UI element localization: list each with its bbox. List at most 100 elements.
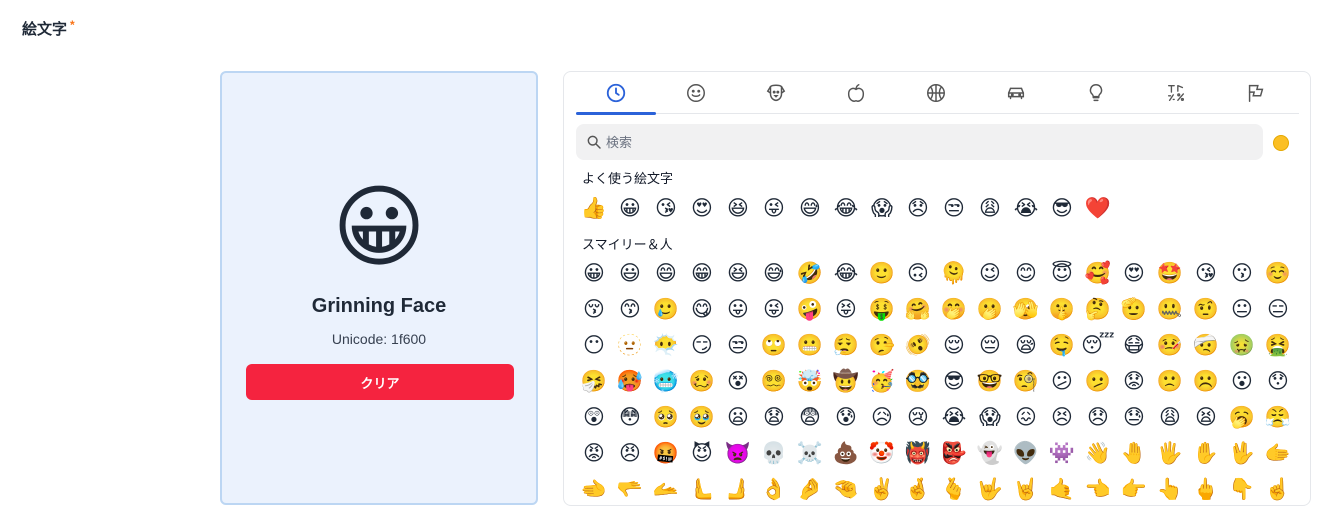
- emoji-button[interactable]: 😓: [1116, 400, 1152, 436]
- emoji-button[interactable]: 🤮: [1260, 328, 1296, 364]
- emoji-button[interactable]: 😵: [720, 364, 756, 400]
- emoji-button[interactable]: 😦: [720, 400, 756, 436]
- emoji-button[interactable]: 🖖: [1224, 436, 1260, 472]
- emoji-button[interactable]: 😜: [756, 191, 792, 227]
- emoji-button[interactable]: 😕: [1044, 364, 1080, 400]
- emoji-button[interactable]: 👇: [1224, 472, 1260, 505]
- emoji-button[interactable]: 😆: [720, 256, 756, 292]
- emoji-button[interactable]: 😞: [900, 191, 936, 227]
- emoji-button[interactable]: 👾: [1044, 436, 1080, 472]
- emoji-button[interactable]: 😟: [1116, 364, 1152, 400]
- emoji-button[interactable]: 👹: [900, 436, 936, 472]
- emoji-button[interactable]: 👺: [936, 436, 972, 472]
- emoji-button[interactable]: 🤯: [792, 364, 828, 400]
- emoji-button[interactable]: 😘: [648, 191, 684, 227]
- emoji-button[interactable]: 🫤: [1080, 364, 1116, 400]
- emoji-button[interactable]: 🥰: [1080, 256, 1116, 292]
- emoji-button[interactable]: 😋: [684, 292, 720, 328]
- emoji-button[interactable]: 👆: [1152, 472, 1188, 505]
- emoji-button[interactable]: 🤞: [900, 472, 936, 505]
- emoji-button[interactable]: 😲: [576, 400, 612, 436]
- emoji-button[interactable]: 😘: [1188, 256, 1224, 292]
- emoji-button[interactable]: 🙁: [1152, 364, 1188, 400]
- emoji-button[interactable]: 👻: [972, 436, 1008, 472]
- emoji-button[interactable]: 😆: [720, 191, 756, 227]
- emoji-button[interactable]: 🫣: [1008, 292, 1044, 328]
- emoji-button[interactable]: 😥: [864, 400, 900, 436]
- emoji-button[interactable]: 😩: [1152, 400, 1188, 436]
- emoji-button[interactable]: 🤭: [936, 292, 972, 328]
- emoji-button[interactable]: 😀: [576, 256, 612, 292]
- emoji-button[interactable]: 🤒: [1152, 328, 1188, 364]
- tab-objects[interactable]: [1056, 72, 1136, 114]
- emoji-button[interactable]: 🥺: [648, 400, 684, 436]
- emoji-button[interactable]: 🤪: [792, 292, 828, 328]
- emoji-button[interactable]: 🤙: [1044, 472, 1080, 505]
- emoji-button[interactable]: 😀: [612, 191, 648, 227]
- emoji-button[interactable]: 😇: [1044, 256, 1080, 292]
- emoji-button[interactable]: 😂: [828, 256, 864, 292]
- emoji-button[interactable]: 🙃: [900, 256, 936, 292]
- emoji-button[interactable]: 😠: [612, 436, 648, 472]
- emoji-button[interactable]: 😔: [972, 328, 1008, 364]
- emoji-button[interactable]: 😊: [1008, 256, 1044, 292]
- emoji-button[interactable]: 😫: [1188, 400, 1224, 436]
- tab-activities[interactable]: [896, 72, 976, 114]
- emoji-button[interactable]: 🙄: [756, 328, 792, 364]
- emoji-button[interactable]: 😅: [792, 191, 828, 227]
- emoji-button[interactable]: 😎: [936, 364, 972, 400]
- emoji-button[interactable]: 😭: [1008, 191, 1044, 227]
- emoji-button[interactable]: 🥳: [864, 364, 900, 400]
- emoji-button[interactable]: 😨: [792, 400, 828, 436]
- emoji-button[interactable]: 👉: [1116, 472, 1152, 505]
- emoji-button[interactable]: 😃: [612, 256, 648, 292]
- emoji-button[interactable]: 🫱: [1260, 436, 1296, 472]
- emoji-button[interactable]: 💀: [756, 436, 792, 472]
- emoji-button[interactable]: 🥹: [684, 400, 720, 436]
- emoji-button[interactable]: 🤐: [1152, 292, 1188, 328]
- emoji-button[interactable]: 😄: [648, 256, 684, 292]
- emoji-button[interactable]: 😗: [1224, 256, 1260, 292]
- emoji-button[interactable]: 🤠: [828, 364, 864, 400]
- emoji-button[interactable]: 😎: [1044, 191, 1080, 227]
- emoji-button[interactable]: 🤟: [972, 472, 1008, 505]
- emoji-button[interactable]: 🤘: [1008, 472, 1044, 505]
- emoji-button[interactable]: 😮: [1224, 364, 1260, 400]
- emoji-button[interactable]: 😚: [576, 292, 612, 328]
- emoji-button[interactable]: 🤩: [1152, 256, 1188, 292]
- emoji-button[interactable]: 😈: [684, 436, 720, 472]
- emoji-button[interactable]: ☹️: [1188, 364, 1224, 400]
- emoji-button[interactable]: 💩: [828, 436, 864, 472]
- emoji-button[interactable]: 🤌: [792, 472, 828, 505]
- emoji-button[interactable]: 😰: [828, 400, 864, 436]
- emoji-button[interactable]: 👈: [1080, 472, 1116, 505]
- emoji-button[interactable]: 😭: [936, 400, 972, 436]
- emoji-button[interactable]: 🤡: [864, 436, 900, 472]
- emoji-button[interactable]: ☝️: [1260, 472, 1296, 505]
- emoji-button[interactable]: 🫳: [612, 472, 648, 505]
- emoji-button[interactable]: ☺️: [1260, 256, 1296, 292]
- emoji-button[interactable]: 🤤: [1044, 328, 1080, 364]
- emoji-button[interactable]: 😵‍💫: [756, 364, 792, 400]
- emoji-button[interactable]: 🤗: [900, 292, 936, 328]
- emoji-button[interactable]: 😞: [1080, 400, 1116, 436]
- search-input[interactable]: [606, 124, 1246, 160]
- emoji-button[interactable]: 😍: [684, 191, 720, 227]
- emoji-button[interactable]: 🖕: [1188, 472, 1224, 505]
- tab-animals[interactable]: [736, 72, 816, 114]
- tab-recent[interactable]: [576, 72, 656, 115]
- emoji-button[interactable]: 👿: [720, 436, 756, 472]
- emoji-button[interactable]: 😅: [756, 256, 792, 292]
- tab-travel[interactable]: [976, 72, 1056, 114]
- emoji-button[interactable]: 😍: [1116, 256, 1152, 292]
- emoji-button[interactable]: 🤏: [828, 472, 864, 505]
- emoji-button[interactable]: 😁: [684, 256, 720, 292]
- emoji-button[interactable]: 😣: [1044, 400, 1080, 436]
- emoji-button[interactable]: 😱: [972, 400, 1008, 436]
- emoji-button[interactable]: 👋: [1080, 436, 1116, 472]
- emoji-button[interactable]: 🫥: [612, 328, 648, 364]
- clear-button[interactable]: クリア: [246, 364, 514, 400]
- emoji-button[interactable]: 😱: [864, 191, 900, 227]
- emoji-button[interactable]: 🤓: [972, 364, 1008, 400]
- emoji-button[interactable]: 😶: [576, 328, 612, 364]
